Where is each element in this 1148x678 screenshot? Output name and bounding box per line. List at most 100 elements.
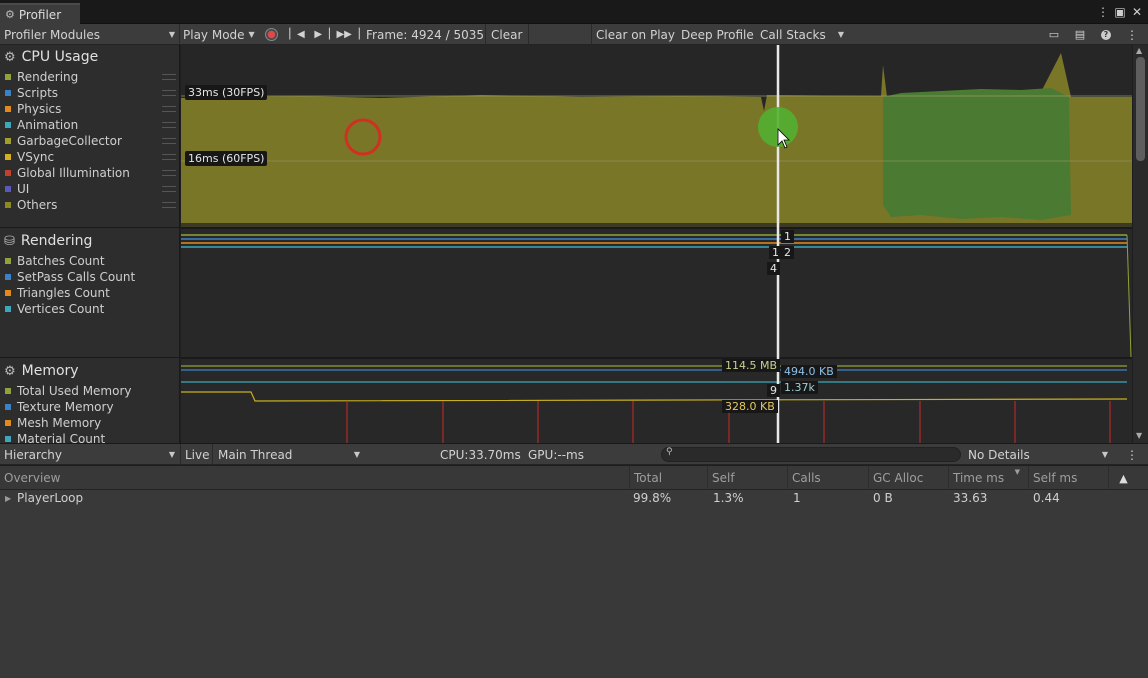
profiler-modules-dropdown[interactable]: Profiler Modules ▼ xyxy=(0,24,179,45)
drag-handle-icon[interactable] xyxy=(162,138,176,144)
rendering-module[interactable]: ⛁ Rendering Batches Count SetPass Calls C… xyxy=(0,228,179,358)
save-profile-button[interactable]: ▤ xyxy=(1070,24,1090,45)
chevron-down-icon: ▼ xyxy=(353,450,360,459)
hierarchy-table-header: Overview Total Self Calls GC Alloc Time … xyxy=(0,466,1148,490)
profiler-icon: ⚙ xyxy=(5,8,15,21)
legend-color-swatch xyxy=(5,154,11,160)
legend-item-cpu[interactable]: GarbageCollector xyxy=(0,133,179,149)
legend-item-label: Physics xyxy=(17,102,62,116)
live-toggle[interactable]: Live xyxy=(181,444,214,465)
legend-item-memory[interactable]: Texture Memory xyxy=(0,399,179,415)
deep-profile-label: Deep Profile xyxy=(681,27,754,42)
close-icon[interactable]: ✕ xyxy=(1130,5,1144,19)
legend-item-memory[interactable]: Material Count xyxy=(0,431,179,443)
cpu-usage-header[interactable]: ⚙ CPU Usage xyxy=(0,45,179,69)
details-dropdown[interactable]: No Details ▼ xyxy=(964,444,1112,465)
legend-item-cpu[interactable]: Animation xyxy=(0,117,179,133)
row-total: 99.8% xyxy=(633,491,672,505)
row-name: PlayerLoop xyxy=(17,491,84,505)
row-time-ms: 33.63 xyxy=(953,491,988,505)
drag-handle-icon[interactable] xyxy=(162,186,176,192)
legend-item-cpu[interactable]: UI xyxy=(0,181,179,197)
previous-frame-button[interactable]: ▏◀ xyxy=(286,24,308,45)
play-mode-dropdown[interactable]: Play Mode ▼ xyxy=(179,24,259,45)
thread-dropdown[interactable]: Main Thread ▼ xyxy=(214,444,364,465)
cpu-usage-module[interactable]: ⚙ CPU Usage Rendering Scripts Physics Anima… xyxy=(0,45,179,228)
rendering-header[interactable]: ⛁ Rendering xyxy=(0,229,179,253)
rendering-value-triangles: 2 xyxy=(781,246,794,259)
legend-item-cpu[interactable]: Global Illumination xyxy=(0,165,179,181)
column-picker-button[interactable]: ▲ xyxy=(1108,466,1138,490)
column-gc-alloc[interactable]: GC Alloc xyxy=(868,466,948,490)
scroll-up-icon[interactable]: ▲ xyxy=(1136,46,1142,55)
column-overview[interactable]: Overview xyxy=(0,466,629,490)
legend-item-memory[interactable]: Total Used Memory xyxy=(0,383,179,399)
next-frame-button[interactable]: ▶▕ xyxy=(311,24,333,45)
cpu-time-label: CPU:33.70ms xyxy=(440,447,521,462)
legend-color-swatch xyxy=(5,388,11,394)
caret-up-icon: ▲ xyxy=(1119,471,1128,485)
details-more-button[interactable]: ⋮ xyxy=(1124,444,1140,465)
drag-handle-icon[interactable] xyxy=(162,154,176,160)
drag-handle-icon[interactable] xyxy=(162,74,176,80)
drag-handle-icon[interactable] xyxy=(162,106,176,112)
maximize-icon[interactable]: ▣ xyxy=(1113,5,1127,19)
legend-item-rendering[interactable]: Batches Count xyxy=(0,253,179,269)
legend-color-swatch xyxy=(5,290,11,296)
legend-color-swatch xyxy=(5,420,11,426)
legend-item-label: Animation xyxy=(17,118,79,132)
legend-item-cpu[interactable]: Others xyxy=(0,197,179,213)
legend-item-cpu[interactable]: Scripts xyxy=(0,85,179,101)
charts-scrollbar[interactable]: ▲ ▼ xyxy=(1132,45,1148,443)
legend-item-label: GarbageCollector xyxy=(17,134,122,148)
drag-handle-icon[interactable] xyxy=(162,202,176,208)
legend-item-cpu[interactable]: Rendering xyxy=(0,69,179,85)
legend-item-rendering[interactable]: Vertices Count xyxy=(0,301,179,317)
column-total[interactable]: Total xyxy=(629,466,707,490)
charts-svg[interactable] xyxy=(181,45,1132,443)
view-mode-dropdown[interactable]: Hierarchy ▼ xyxy=(0,444,179,465)
profiler-charts[interactable]: 33ms (30FPS) 16ms (60FPS) 1 1 2 4 114.5 … xyxy=(181,45,1132,443)
legend-item-label: Texture Memory xyxy=(17,400,114,414)
play-mode-label: Play Mode xyxy=(183,27,245,42)
column-self[interactable]: Self xyxy=(707,466,787,490)
current-frame-button[interactable]: ▶▶▕ xyxy=(336,24,360,45)
memory-title: Memory xyxy=(21,363,79,379)
row-self-ms: 0.44 xyxy=(1033,491,1060,505)
scrollbar-thumb[interactable] xyxy=(1136,57,1145,161)
column-self-ms[interactable]: Self ms xyxy=(1028,466,1108,490)
cpu-usage-rendering-area xyxy=(883,88,1071,220)
help-button[interactable]: ? xyxy=(1096,24,1116,45)
row-self: 1.3% xyxy=(713,491,744,505)
toolbar-more-button[interactable]: ⋮ xyxy=(1124,24,1140,45)
legend-item-rendering[interactable]: Triangles Count xyxy=(0,285,179,301)
drag-handle-icon[interactable] xyxy=(162,90,176,96)
profiler-tab[interactable]: ⚙ Profiler xyxy=(0,3,80,24)
load-profile-button[interactable]: ▭ xyxy=(1044,24,1064,45)
record-button[interactable] xyxy=(259,24,283,45)
deep-profile-toggle[interactable]: Deep Profile xyxy=(677,24,758,45)
clear-button[interactable]: Clear xyxy=(487,24,526,45)
column-calls[interactable]: Calls xyxy=(787,466,868,490)
clear-on-play-toggle[interactable]: Clear on Play xyxy=(592,24,679,45)
scroll-down-icon[interactable]: ▼ xyxy=(1136,431,1142,440)
legend-color-swatch xyxy=(5,306,11,312)
legend-item-memory[interactable]: Mesh Memory xyxy=(0,415,179,431)
step-forward-icon: ▶▕ xyxy=(314,29,330,40)
call-stacks-dropdown[interactable]: Call Stacks ▼ xyxy=(756,24,850,45)
more-options-icon[interactable]: ⋮ xyxy=(1096,5,1110,19)
memory-module[interactable]: ⚙ Memory Total Used Memory Texture Memory… xyxy=(0,358,179,443)
drag-handle-icon[interactable] xyxy=(162,122,176,128)
legend-item-rendering[interactable]: SetPass Calls Count xyxy=(0,269,179,285)
clear-label: Clear xyxy=(491,27,523,42)
table-row[interactable]: ▶ PlayerLoop 99.8% 1.3% 1 0 B 33.63 0.44 xyxy=(0,490,1148,506)
search-input[interactable]: ⚲ xyxy=(661,447,961,462)
expand-arrow-icon[interactable]: ▶ xyxy=(5,490,11,506)
rendering-value-batches: 1 xyxy=(781,230,794,243)
drag-handle-icon[interactable] xyxy=(162,170,176,176)
legend-item-cpu[interactable]: Physics xyxy=(0,101,179,117)
legend-item-cpu[interactable]: VSync xyxy=(0,149,179,165)
legend-color-swatch xyxy=(5,274,11,280)
column-time-ms[interactable]: Time ms ▼ xyxy=(948,466,1028,490)
memory-header[interactable]: ⚙ Memory xyxy=(0,359,179,383)
